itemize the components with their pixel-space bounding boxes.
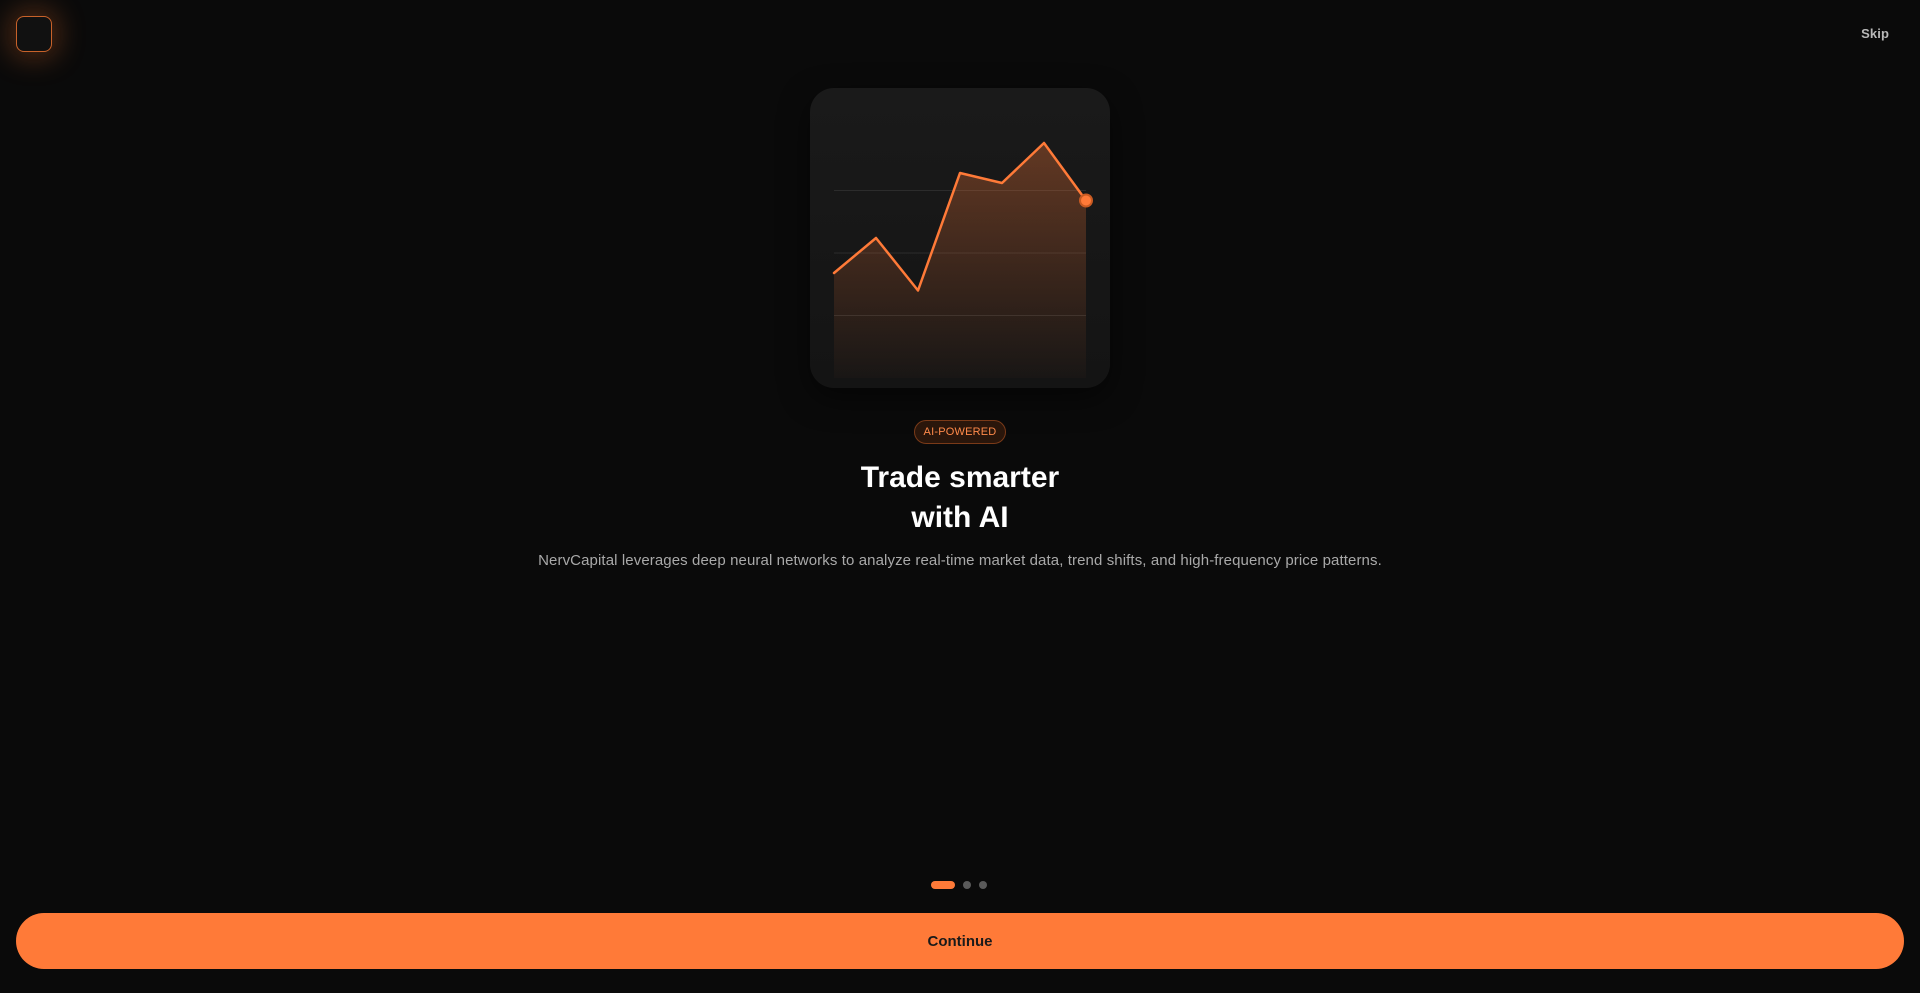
- pager-dot-3[interactable]: [979, 881, 987, 889]
- price-chart: [832, 141, 1093, 378]
- chart-card: [810, 88, 1110, 388]
- ai-powered-badge: AI-POWERED: [914, 420, 1006, 444]
- onboarding-screen: Skip AI-POWERED Trade smarter with AI Ne…: [0, 0, 1920, 993]
- app-logo: [16, 16, 52, 52]
- chart-area-fill: [834, 143, 1086, 378]
- skip-button[interactable]: Skip: [1861, 26, 1889, 41]
- page-title-line-1: Trade smarter: [860, 461, 1060, 494]
- onboarding-pager: [931, 881, 987, 889]
- page-title: Trade smarter with AI: [660, 458, 1260, 538]
- continue-button[interactable]: Continue: [16, 913, 1904, 969]
- page-description: NervCapital leverages deep neural networ…: [538, 552, 1382, 569]
- page-title-line-2: with AI: [911, 501, 1009, 534]
- chart-last-point-marker: [1079, 193, 1093, 208]
- pager-dot-2[interactable]: [963, 881, 971, 889]
- pager-dot-1[interactable]: [931, 881, 955, 889]
